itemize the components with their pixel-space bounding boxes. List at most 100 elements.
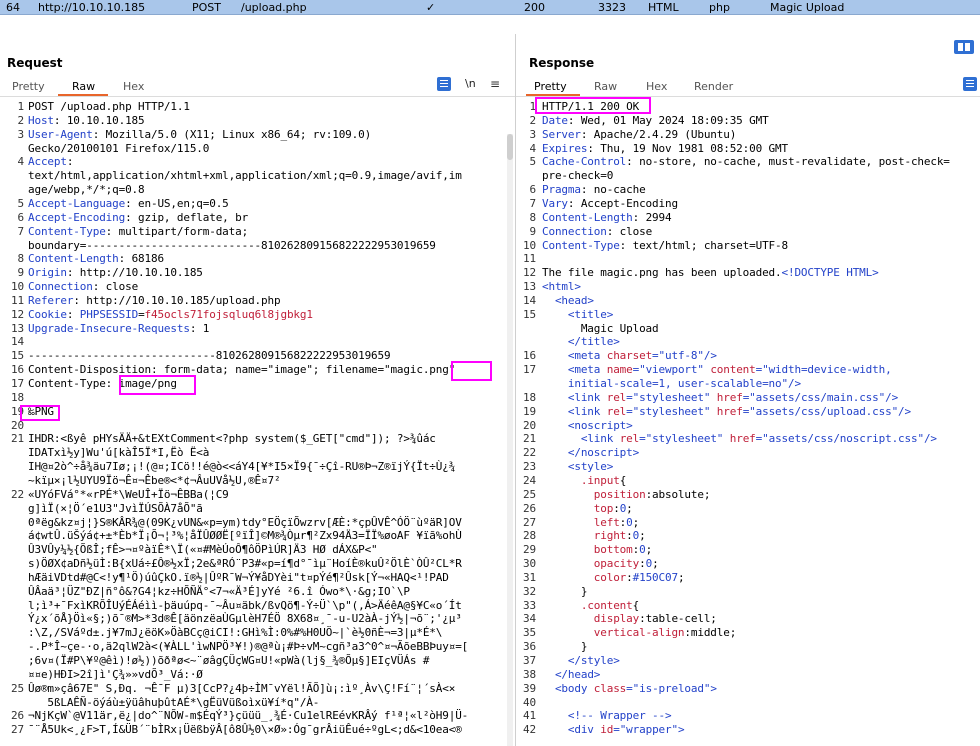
line-number: 42 [523,723,536,737]
code-line: Ý¿x´õÅ}Öì«§;)õ¯®M>*3d®Ê[äönzëaÙGµlèH7ÉÖ … [0,612,515,626]
code-line: 21 <link rel="stylesheet" href="assets/c… [516,432,980,446]
line-text: Vary: Accept-Encoding [542,196,678,210]
line-text: User-Agent: Mozilla/5.0 (X11; Linux x86_… [28,127,372,141]
line-number: 32 [523,584,536,598]
code-line: 12 Cookie: PHPSESSID=f45ocls71fojsqluq6l8… [0,308,515,322]
line-number: 26 [11,709,24,723]
line-text: Accept: [28,155,74,169]
line-number: 28 [523,529,536,543]
line-text: </noscript> [567,446,640,460]
request-scroll-thumb[interactable] [507,134,513,160]
code-line: Gecko/20100101 Firefox/115.0 [0,142,515,156]
row-id: 64 [6,1,20,14]
line-number: 27 [523,515,536,529]
menu-icon[interactable]: ≡ [490,77,500,91]
tab-response-render[interactable]: Render [694,80,733,93]
code-line: 7 Vary: Accept-Encoding [516,197,980,211]
code-line: 37 </style> [516,654,980,668]
code-line: hÆäiVDtd#@C<!y¶¹Ö)úûÇkO.ï®½|ÛºR¯W¬Ý¥åDYè… [0,571,515,585]
row-host: http://10.10.10.185 [38,1,146,14]
line-text: Magic Upload [542,321,659,335]
row-method: POST [192,1,221,14]
code-line: 9 Origin: http://10.10.10.185 [0,266,515,280]
line-number: 37 [523,654,536,667]
line-number: 29 [523,543,536,557]
line-number: 20 [523,418,536,432]
line-number: 18 [11,390,24,404]
line-text: text/html,application/xhtml+xml,applicat… [28,169,462,183]
request-scrollbar[interactable] [507,134,513,746]
code-line: 2 Host: 10.10.10.185 [0,114,515,128]
code-line: 26 ¬NjKçW`@V11är,ë¿|do^¨NÕW-m$ÉqÝ³}çüüü_¸… [0,709,515,723]
line-number: 21 [523,432,536,446]
code-line: 22 «UYóFVá°*«rPÉ*\WeUÎ+Ïö¬ÊBBa(¦C9 [0,488,515,502]
line-number: 4 [17,155,25,169]
code-line: 27 left:0; [516,516,980,530]
code-line: á¢wtÛ.üŠýá¢+±*Èb*Ï¡Õ¬¦³%¦åÏÛØØË[ºïÎ]©M®¾… [0,529,515,543]
line-text: Referer: http://10.10.10.185/upload.php [28,293,281,307]
line-text: ~kïµ×¡l½UYU9Ïö¬Ê¤¬Êbe®<*¢¬ÂuUVå½U,®Ê¤7² [28,473,281,487]
pretty-print-icon[interactable] [437,77,451,91]
line-number: 31 [523,570,536,584]
tab-response-pretty[interactable]: Pretty [534,80,567,93]
code-line: 14 [0,335,515,349]
line-number: 30 [523,557,536,571]
line-text: Connection: close [28,280,139,294]
code-line: 40 [516,696,980,710]
line-text: left:0; [593,515,640,529]
tab-response-raw[interactable]: Raw [594,80,617,93]
line-text: Gecko/20100101 Firefox/115.0 [28,141,210,155]
code-line: 42 <div id="wrapper"> [516,723,980,737]
code-line: 22 </noscript> [516,446,980,460]
code-line: l;ì³+¯FxìKRÕÎUýÉÁéìì-þäuúpq-¯~Âu¤äbk/ßvQ… [0,599,515,613]
code-line: 1 HTTP/1.1 200 OK [516,100,980,114]
line-number: 22 [523,446,536,460]
line-number: 16 [11,363,24,377]
code-line: 19 <link rel="stylesheet" href="assets/c… [516,405,980,419]
tab-request-raw[interactable]: Raw [72,80,95,93]
tab-request-pretty[interactable]: Pretty [12,80,45,93]
line-number: 12 [523,266,536,280]
line-text: Content-Type: text/html; charset=UTF-8 [542,238,788,252]
code-line: ÛÂaä³¦ÜZ"ÐZ|ñ°ô&?G4¦kz÷HÕÑÄ°<7¬«Ä³É]yYé … [0,585,515,599]
line-number: 1 [17,100,25,113]
line-text: Pragma: no-cache [542,183,646,197]
code-line: 5ßLAÊÑ-öýáù±ÿüâhuþûtAÉ*\gËüVüßoìxü¥í*q"/… [0,696,515,710]
line-number: 10 [11,280,24,294]
line-text: Origin: http://10.10.10.185 [28,266,203,280]
code-line: 13 Upgrade-Insecure-Requests: 1 [0,322,515,336]
line-text: Cache-Control: no-store, no-cache, must-… [542,155,950,169]
response-pretty-print-icon[interactable] [963,77,977,91]
line-text: Host: 10.10.10.185 [28,113,145,127]
code-line: 3 Server: Apache/2.4.29 (Ubuntu) [516,128,980,142]
line-text: right:0; [593,529,646,543]
line-number: 3 [529,127,537,141]
tab-request-hex[interactable]: Hex [123,80,144,93]
response-title: Response [529,56,595,70]
code-line: 5 Accept-Language: en-US,en;q=0.5 [0,197,515,211]
line-number: 23 [523,460,536,474]
line-text: <noscript> [567,418,633,432]
line-text: ‰PNG [28,404,54,418]
line-text: boundary=---------------------------8102… [28,238,436,252]
newline-toggle-icon[interactable]: \n [465,77,476,90]
line-number: 11 [11,293,24,307]
line-number: 25 [11,681,24,695]
line-text: -.P*Î~çe-·o,ä2qlW2à<(¥ÀLL'ìwNPÖ³¥!)®@ªù¡… [28,640,469,654]
line-number: 15 [11,349,24,363]
code-line: :\Z,/SVáºd±.j¥7mJ¿ëöK»ÖàBCç@iCI!:GHì%Ì:0… [0,626,515,640]
tab-response-hex[interactable]: Hex [646,80,667,93]
code-line: -.P*Î~çe-·o,ä2qlW2à<(¥ÀLL'ìwNPÖ³¥!)®@ªù¡… [0,640,515,654]
code-line: 17 Content-Type: image/png [0,377,515,391]
line-text: Accept-Encoding: gzip, deflate, br [28,210,249,224]
line-text: Content-Length: 68186 [28,252,164,266]
line-text: Upgrade-Insecure-Requests: 1 [28,321,210,335]
line-text: Content-Disposition: form-data; name="im… [28,363,456,377]
row-status: 200 [524,1,545,14]
history-row-selected[interactable]: 64 http://10.10.10.185 POST /upload.php … [0,0,980,15]
line-number: 19 [523,404,536,418]
line-number: 33 [523,598,536,612]
line-text: </head> [554,667,601,681]
line-text: display:table-cell; [593,612,717,626]
line-number: 22 [11,487,24,501]
